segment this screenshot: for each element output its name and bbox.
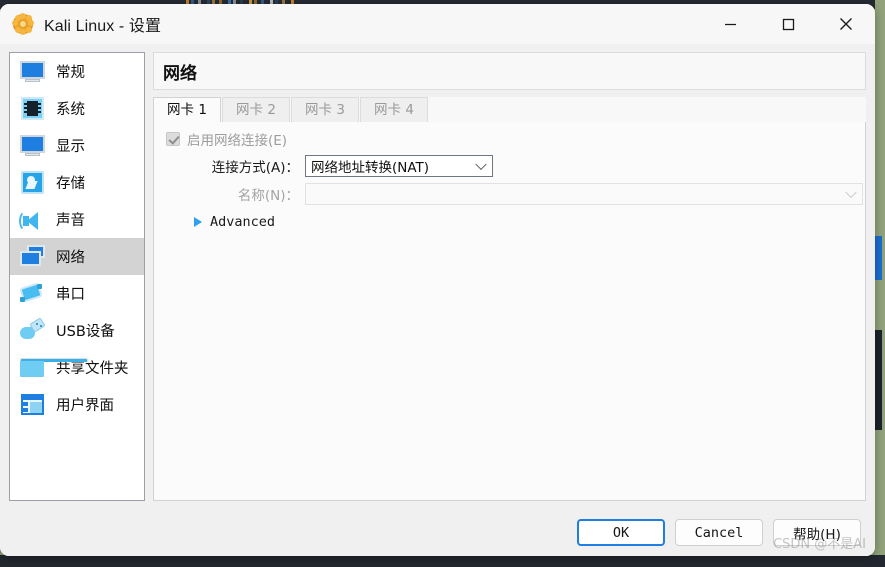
chevron-down-icon [475, 158, 487, 171]
sidebar-item-display[interactable]: 显示 [10, 127, 144, 164]
attached-to-label: 连接方式(A)： [211, 160, 299, 176]
chevron-down-icon [845, 186, 857, 199]
sidebar-item-label: USB设备 [56, 324, 115, 340]
desktop-background-dark-accent [875, 330, 882, 430]
monitor-icon [18, 59, 48, 85]
sidebar-item-label: 系统 [56, 102, 85, 118]
harddisk-icon [18, 170, 48, 196]
sidebar-item-label: 串口 [56, 287, 85, 303]
attached-to-row: 连接方式(A)： 网络地址转换(NAT) [154, 155, 865, 177]
advanced-expander[interactable]: Advanced [154, 214, 865, 230]
sidebar-item-label: 常规 [56, 65, 85, 81]
sidebar-item-audio[interactable]: 声音 [10, 201, 144, 238]
chevron-right-triangle-icon [194, 217, 202, 227]
dialog-footer: OK Cancel 帮助(H) CSDN @不是AI [0, 514, 875, 556]
close-button[interactable] [817, 4, 875, 44]
sidebar-item-network[interactable]: 网络 [10, 238, 144, 275]
sidebar-item-system[interactable]: 系统 [10, 90, 144, 127]
tab-adapter-2[interactable]: 网卡 2 [222, 97, 290, 122]
network-icon [18, 244, 48, 270]
settings-category-list: 常规 系统 显示 存储 声音 网络 串口 USB设备 共享文件夹 用户界面 [9, 52, 145, 501]
ui-window-icon [18, 392, 48, 418]
usb-icon [18, 316, 48, 344]
tab-adapter-3[interactable]: 网卡 3 [291, 97, 359, 122]
adapter-name-row: 名称(N)： [154, 183, 865, 205]
adapter-name-select[interactable] [305, 183, 863, 205]
attached-to-select[interactable]: 网络地址转换(NAT) [305, 155, 493, 177]
window-controls [701, 4, 875, 44]
enable-adapter-checkbox[interactable] [166, 132, 180, 146]
minimize-button[interactable] [701, 4, 759, 44]
desktop-background: Kali Linux - 设置 常规 系统 显示 存储 声音 网络 串口 USB… [0, 0, 885, 567]
sidebar-item-serial-ports[interactable]: 串口 [10, 275, 144, 312]
advanced-label: Advanced [210, 214, 276, 230]
adapter-name-label: 名称(N)： [237, 188, 299, 204]
sidebar-item-storage[interactable]: 存储 [10, 164, 144, 201]
enable-adapter-row[interactable]: 启用网络连接(E) [154, 129, 865, 149]
display-icon [18, 133, 48, 159]
sidebar-item-user-interface[interactable]: 用户界面 [10, 386, 144, 423]
maximize-button[interactable] [759, 4, 817, 44]
settings-dialog: Kali Linux - 设置 常规 系统 显示 存储 声音 网络 串口 USB… [0, 4, 875, 556]
virtualbox-gear-icon [12, 13, 34, 35]
desktop-right-strip [875, 0, 885, 567]
adapter-form: 启用网络连接(E) 连接方式(A)： 网络地址转换(NAT) 名称(N)： Ad… [153, 122, 866, 501]
speaker-icon [18, 207, 48, 233]
desktop-background-blue-accent [875, 236, 882, 280]
sidebar-item-general[interactable]: 常规 [10, 53, 144, 90]
help-button[interactable]: 帮助(H) [773, 519, 861, 546]
dialog-buttons: OK Cancel 帮助(H) [577, 519, 861, 546]
sidebar-item-label: 显示 [56, 139, 85, 155]
page-title: 网络 [163, 63, 197, 84]
tab-adapter-4[interactable]: 网卡 4 [360, 97, 428, 122]
page-header: 网络 [153, 52, 866, 90]
tab-adapter-1[interactable]: 网卡 1 [153, 97, 221, 122]
title-bar: Kali Linux - 设置 [0, 4, 875, 44]
window-title: Kali Linux - 设置 [44, 18, 162, 35]
desktop-bottom-bar [0, 555, 885, 567]
network-panel: 网卡 1 网卡 2 网卡 3 网卡 4 启用网络连接(E) 连接方式(A)： 网… [153, 97, 866, 501]
sidebar-item-usb[interactable]: USB设备 [10, 312, 144, 349]
sidebar-item-label: 存储 [56, 176, 85, 192]
enable-adapter-label: 启用网络连接(E) [187, 133, 288, 149]
dialog-body: 常规 系统 显示 存储 声音 网络 串口 USB设备 共享文件夹 用户界面 网络… [0, 44, 875, 514]
sidebar-item-shared-folders[interactable]: 共享文件夹 [10, 349, 144, 386]
cancel-button[interactable]: Cancel [675, 519, 763, 546]
adapter-tabs: 网卡 1 网卡 2 网卡 3 网卡 4 [153, 97, 866, 123]
sidebar-item-label: 声音 [56, 213, 85, 229]
sidebar-item-label: 用户界面 [56, 398, 114, 414]
settings-content: 网络 网卡 1 网卡 2 网卡 3 网卡 4 启用网络连接(E) 连接方式(A)… [153, 52, 866, 501]
ok-button[interactable]: OK [577, 519, 665, 546]
attached-to-value: 网络地址转换(NAT) [311, 160, 430, 176]
serial-port-icon [18, 281, 48, 307]
chip-icon [18, 96, 48, 122]
folder-icon [18, 355, 88, 381]
sidebar-item-label: 网络 [56, 250, 85, 266]
